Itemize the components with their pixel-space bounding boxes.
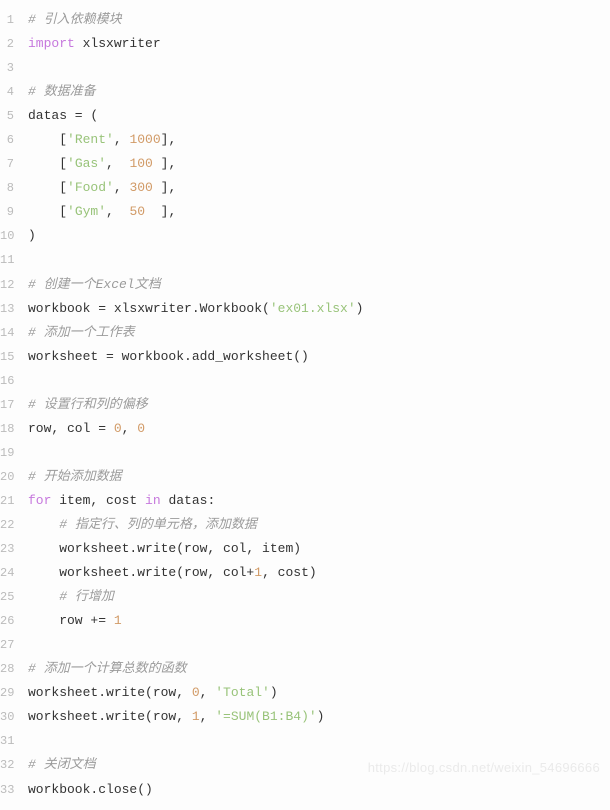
code-line: 11 xyxy=(0,248,610,272)
code-line: 1# 引入依赖模块 xyxy=(0,8,610,32)
code-line: 19 xyxy=(0,441,610,465)
line-number: 16 xyxy=(0,370,28,392)
code-content xyxy=(28,633,610,657)
line-number: 27 xyxy=(0,634,28,656)
code-content: # 指定行、列的单元格，添加数据 xyxy=(28,513,610,537)
code-line: 27 xyxy=(0,633,610,657)
line-number: 21 xyxy=(0,490,28,512)
code-content xyxy=(28,248,610,272)
code-line: 10) xyxy=(0,224,610,248)
code-content: worksheet.write(row, 0, 'Total') xyxy=(28,681,610,705)
code-line: 9 ['Gym', 50 ], xyxy=(0,200,610,224)
line-number: 19 xyxy=(0,442,28,464)
code-line: 26 row += 1 xyxy=(0,609,610,633)
code-line: 20# 开始添加数据 xyxy=(0,465,610,489)
line-number: 11 xyxy=(0,249,28,271)
watermark-text: https://blog.csdn.net/weixin_54696666 xyxy=(368,756,600,780)
code-block: 1# 引入依赖模块2import xlsxwriter3 4# 数据准备5dat… xyxy=(0,8,610,802)
code-line: 13workbook = xlsxwriter.Workbook('ex01.x… xyxy=(0,297,610,321)
line-number: 6 xyxy=(0,129,28,151)
line-number: 17 xyxy=(0,394,28,416)
code-line: 31 xyxy=(0,729,610,753)
line-number: 30 xyxy=(0,706,28,728)
line-number: 31 xyxy=(0,730,28,752)
code-content xyxy=(28,441,610,465)
line-number: 9 xyxy=(0,201,28,223)
code-content: datas = ( xyxy=(28,104,610,128)
code-content: workbook.close() xyxy=(28,778,610,802)
code-line: 12# 创建一个Excel文档 xyxy=(0,273,610,297)
code-line: 15worksheet = workbook.add_worksheet() xyxy=(0,345,610,369)
code-content: row, col = 0, 0 xyxy=(28,417,610,441)
code-content: # 创建一个Excel文档 xyxy=(28,273,610,297)
line-number: 20 xyxy=(0,466,28,488)
code-content: for item, cost in datas: xyxy=(28,489,610,513)
code-line: 30worksheet.write(row, 1, '=SUM(B1:B4)') xyxy=(0,705,610,729)
code-line: 18row, col = 0, 0 xyxy=(0,417,610,441)
code-line: 3 xyxy=(0,56,610,80)
code-content: row += 1 xyxy=(28,609,610,633)
code-content: # 引入依赖模块 xyxy=(28,8,610,32)
line-number: 12 xyxy=(0,274,28,296)
code-content: # 开始添加数据 xyxy=(28,465,610,489)
code-content: ['Gym', 50 ], xyxy=(28,200,610,224)
line-number: 4 xyxy=(0,81,28,103)
line-number: 2 xyxy=(0,33,28,55)
line-number: 23 xyxy=(0,538,28,560)
code-line: 4# 数据准备 xyxy=(0,80,610,104)
line-number: 22 xyxy=(0,514,28,536)
code-content xyxy=(28,369,610,393)
code-line: 16 xyxy=(0,369,610,393)
code-line: 28# 添加一个计算总数的函数 xyxy=(0,657,610,681)
line-number: 10 xyxy=(0,225,28,247)
code-content xyxy=(28,56,610,80)
line-number: 1 xyxy=(0,9,28,31)
code-content: workbook = xlsxwriter.Workbook('ex01.xls… xyxy=(28,297,610,321)
code-content: worksheet.write(row, col+1, cost) xyxy=(28,561,610,585)
code-line: 14# 添加一个工作表 xyxy=(0,321,610,345)
line-number: 18 xyxy=(0,418,28,440)
line-number: 26 xyxy=(0,610,28,632)
line-number: 33 xyxy=(0,779,28,801)
code-content: # 行增加 xyxy=(28,585,610,609)
line-number: 5 xyxy=(0,105,28,127)
code-line: 17# 设置行和列的偏移 xyxy=(0,393,610,417)
code-content: # 添加一个工作表 xyxy=(28,321,610,345)
line-number: 25 xyxy=(0,586,28,608)
line-number: 24 xyxy=(0,562,28,584)
code-line: 23 worksheet.write(row, col, item) xyxy=(0,537,610,561)
code-line: 5datas = ( xyxy=(0,104,610,128)
line-number: 3 xyxy=(0,57,28,79)
code-content: # 数据准备 xyxy=(28,80,610,104)
code-content: ['Rent', 1000], xyxy=(28,128,610,152)
line-number: 7 xyxy=(0,153,28,175)
code-content xyxy=(28,729,610,753)
code-content: ) xyxy=(28,224,610,248)
code-line: 21for item, cost in datas: xyxy=(0,489,610,513)
line-number: 15 xyxy=(0,346,28,368)
code-line: 2import xlsxwriter xyxy=(0,32,610,56)
line-number: 32 xyxy=(0,754,28,776)
code-line: 29worksheet.write(row, 0, 'Total') xyxy=(0,681,610,705)
code-line: 25 # 行增加 xyxy=(0,585,610,609)
code-content: worksheet.write(row, 1, '=SUM(B1:B4)') xyxy=(28,705,610,729)
line-number: 8 xyxy=(0,177,28,199)
code-line: 22 # 指定行、列的单元格，添加数据 xyxy=(0,513,610,537)
code-line: 6 ['Rent', 1000], xyxy=(0,128,610,152)
code-line: 33workbook.close() xyxy=(0,778,610,802)
line-number: 29 xyxy=(0,682,28,704)
line-number: 13 xyxy=(0,298,28,320)
code-line: 24 worksheet.write(row, col+1, cost) xyxy=(0,561,610,585)
line-number: 28 xyxy=(0,658,28,680)
code-line: 7 ['Gas', 100 ], xyxy=(0,152,610,176)
line-number: 14 xyxy=(0,322,28,344)
code-content: import xlsxwriter xyxy=(28,32,610,56)
code-content: worksheet = workbook.add_worksheet() xyxy=(28,345,610,369)
code-content: ['Food', 300 ], xyxy=(28,176,610,200)
code-content: # 设置行和列的偏移 xyxy=(28,393,610,417)
code-content: # 添加一个计算总数的函数 xyxy=(28,657,610,681)
code-line: 8 ['Food', 300 ], xyxy=(0,176,610,200)
code-content: ['Gas', 100 ], xyxy=(28,152,610,176)
code-content: worksheet.write(row, col, item) xyxy=(28,537,610,561)
